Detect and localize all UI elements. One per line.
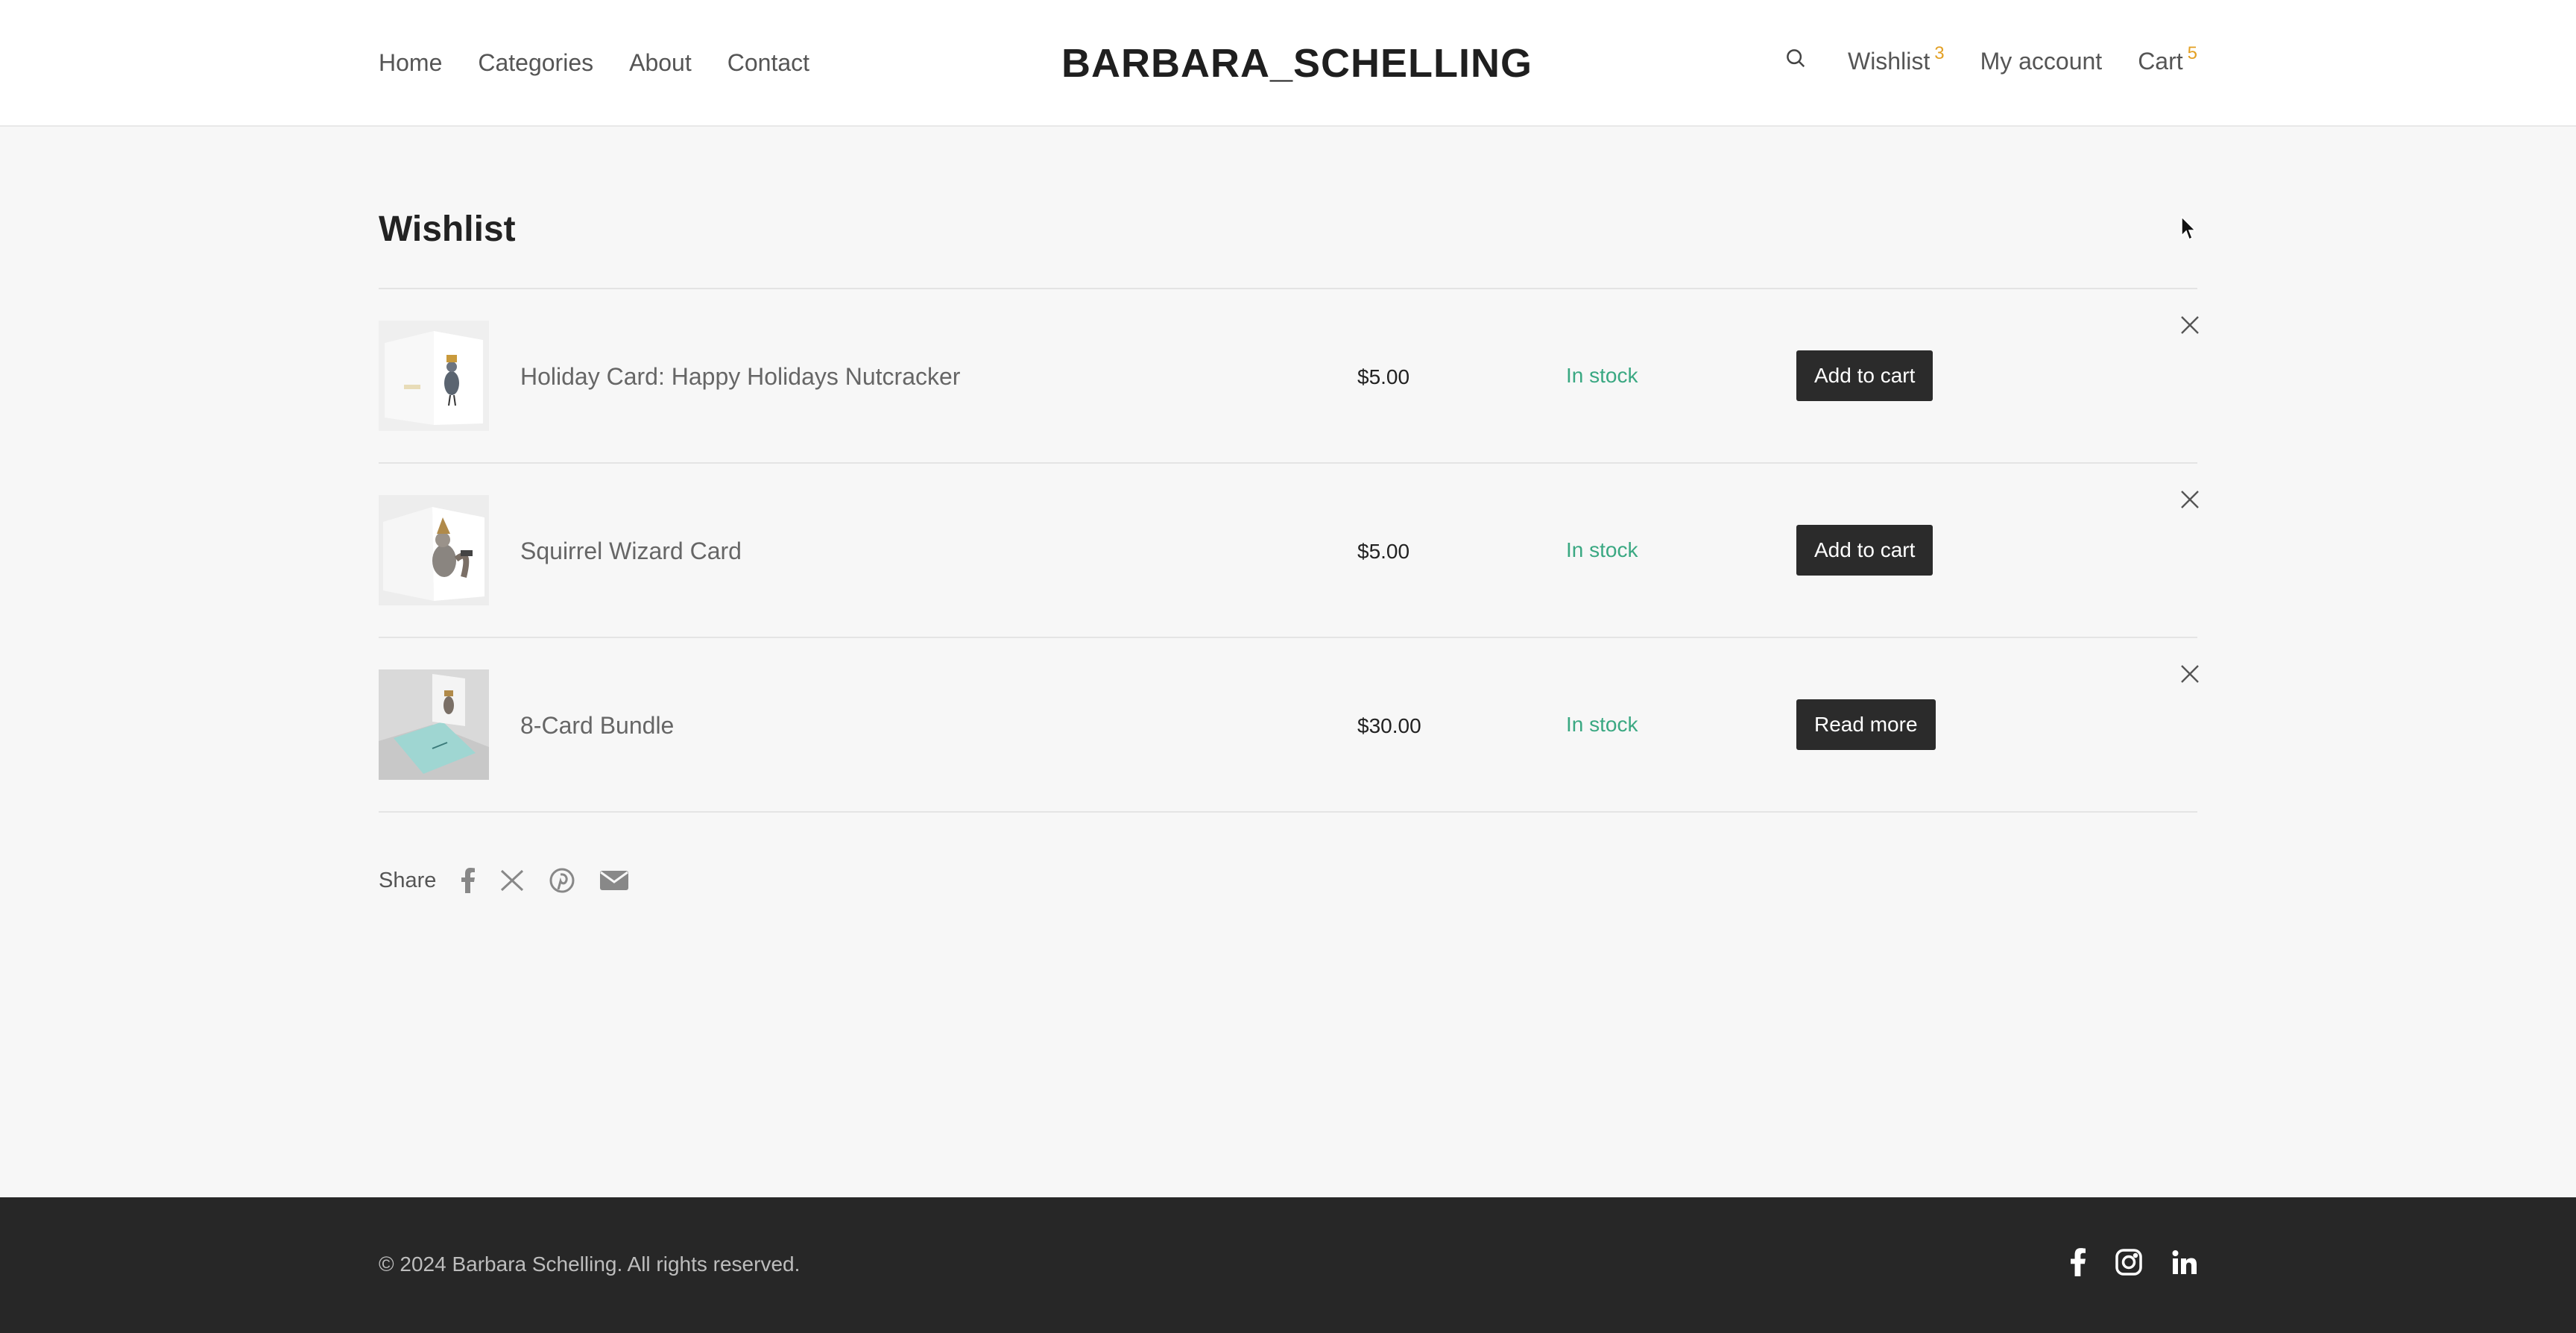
stock-status: In stock bbox=[1566, 364, 1638, 387]
mouse-cursor-icon bbox=[2181, 215, 2197, 245]
read-more-button[interactable]: Read more bbox=[1796, 699, 1936, 750]
product-price: $30.00 bbox=[1357, 714, 1421, 737]
nav-home[interactable]: Home bbox=[379, 46, 442, 79]
nav-about[interactable]: About bbox=[629, 46, 692, 79]
instagram-icon[interactable] bbox=[2115, 1249, 2142, 1279]
x-icon[interactable] bbox=[500, 869, 524, 892]
close-icon bbox=[2180, 315, 2200, 338]
stock-status: In stock bbox=[1566, 713, 1638, 736]
remove-item-button[interactable] bbox=[2172, 309, 2208, 344]
wishlist-row: 8-Card Bundle $30.00 In stock Read more bbox=[379, 638, 2199, 811]
product-name[interactable]: Holiday Card: Happy Holidays Nutcracker bbox=[520, 361, 960, 392]
add-to-cart-button[interactable]: Add to cart bbox=[1796, 525, 1933, 576]
wishlist-link[interactable]: Wishlist 3 bbox=[1848, 45, 1945, 78]
product-name[interactable]: 8-Card Bundle bbox=[520, 710, 674, 741]
site-logo[interactable]: BARBARA_SCHELLING bbox=[1061, 39, 1532, 88]
nav-categories[interactable]: Categories bbox=[478, 46, 593, 79]
email-icon[interactable] bbox=[600, 869, 629, 892]
linkedin-icon[interactable] bbox=[2172, 1250, 2197, 1279]
cart-link[interactable]: Cart 5 bbox=[2138, 45, 2197, 78]
product-thumbnail[interactable] bbox=[379, 321, 489, 431]
product-thumbnail[interactable] bbox=[379, 669, 489, 780]
my-account-link[interactable]: My account bbox=[1980, 45, 2103, 78]
product-name[interactable]: Squirrel Wizard Card bbox=[520, 535, 742, 567]
cart-count-badge: 5 bbox=[2187, 43, 2197, 63]
wishlist-row: Squirrel Wizard Card $5.00 In stock Add … bbox=[379, 464, 2199, 637]
facebook-icon[interactable] bbox=[2071, 1248, 2086, 1280]
add-to-cart-button[interactable]: Add to cart bbox=[1796, 350, 1933, 401]
share-label: Share bbox=[379, 868, 437, 892]
stock-status: In stock bbox=[1566, 538, 1638, 561]
copyright-text: © 2024 Barbara Schelling. All rights res… bbox=[379, 1252, 801, 1276]
share-bar: Share bbox=[379, 868, 629, 893]
facebook-icon[interactable] bbox=[461, 868, 476, 893]
nav-contact[interactable]: Contact bbox=[727, 46, 809, 79]
divider bbox=[379, 811, 2197, 813]
main-nav: Home Categories About Contact bbox=[379, 46, 809, 79]
product-thumbnail[interactable] bbox=[379, 495, 489, 605]
remove-item-button[interactable] bbox=[2172, 658, 2208, 693]
cart-label: Cart bbox=[2138, 48, 2183, 75]
remove-item-button[interactable] bbox=[2172, 483, 2208, 519]
site-footer: © 2024 Barbara Schelling. All rights res… bbox=[0, 1197, 2576, 1333]
wishlist-label: Wishlist bbox=[1847, 48, 1931, 75]
page-title: Wishlist bbox=[379, 209, 516, 249]
close-icon bbox=[2180, 490, 2200, 513]
wishlist-count-badge: 3 bbox=[1934, 43, 1945, 63]
site-header: Home Categories About Contact BARBARA_SC… bbox=[0, 0, 2576, 127]
close-icon bbox=[2180, 664, 2200, 687]
wishlist-row: Holiday Card: Happy Holidays Nutcracker … bbox=[379, 289, 2199, 462]
header-actions: Wishlist 3 My account Cart 5 bbox=[1779, 45, 2197, 78]
footer-social-links bbox=[2071, 1248, 2197, 1280]
pinterest-icon[interactable] bbox=[549, 868, 575, 893]
search-button[interactable] bbox=[1779, 45, 1812, 78]
product-price: $5.00 bbox=[1357, 365, 1410, 388]
search-icon bbox=[1784, 45, 1807, 78]
product-price: $5.00 bbox=[1357, 540, 1410, 563]
